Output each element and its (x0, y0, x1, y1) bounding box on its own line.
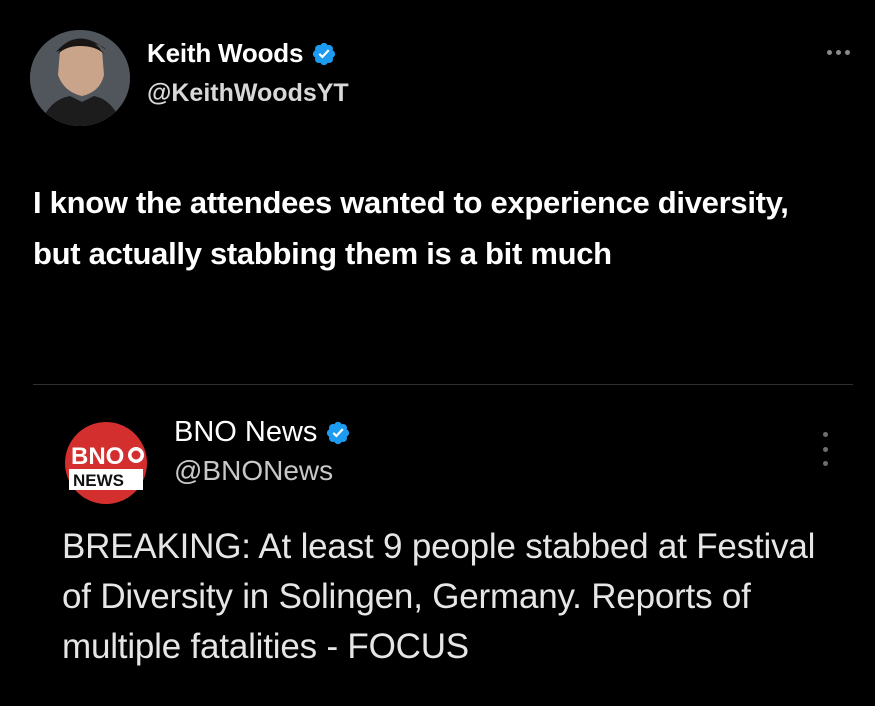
verified-badge-icon (311, 41, 337, 67)
logo-text-top: BNO (71, 443, 124, 470)
dot (844, 49, 850, 55)
author-handle[interactable]: @KeithWoodsYT (147, 79, 349, 108)
dot (835, 49, 841, 55)
author-name[interactable]: Keith Woods (147, 38, 303, 69)
bno-news-logo[interactable]: BNO NEWS (63, 422, 149, 504)
more-horizontal-icon[interactable] (818, 40, 858, 64)
logo-text-bottom: NEWS (73, 471, 124, 490)
divider (33, 384, 853, 385)
avatar-image (30, 30, 130, 126)
quoted-author-handle[interactable]: @BNONews (174, 455, 333, 487)
verified-badge-icon (325, 420, 351, 446)
dot (822, 446, 828, 452)
quoted-author-name[interactable]: BNO News (174, 416, 317, 449)
tweet-text: I know the attendees wanted to experienc… (33, 185, 789, 271)
quoted-tweet-text: BREAKING: At least 9 people stabbed at F… (62, 527, 816, 666)
quoted-author-name-row[interactable]: BNO News (174, 416, 351, 449)
dot (822, 461, 828, 466)
author-name-row[interactable]: Keith Woods (147, 38, 337, 69)
dot (826, 49, 832, 55)
tweet-card: Keith Woods @KeithWoodsYT I know the att… (0, 0, 875, 706)
author-avatar[interactable] (30, 30, 130, 126)
more-vertical-icon[interactable] (817, 432, 833, 466)
dot (822, 432, 828, 437)
